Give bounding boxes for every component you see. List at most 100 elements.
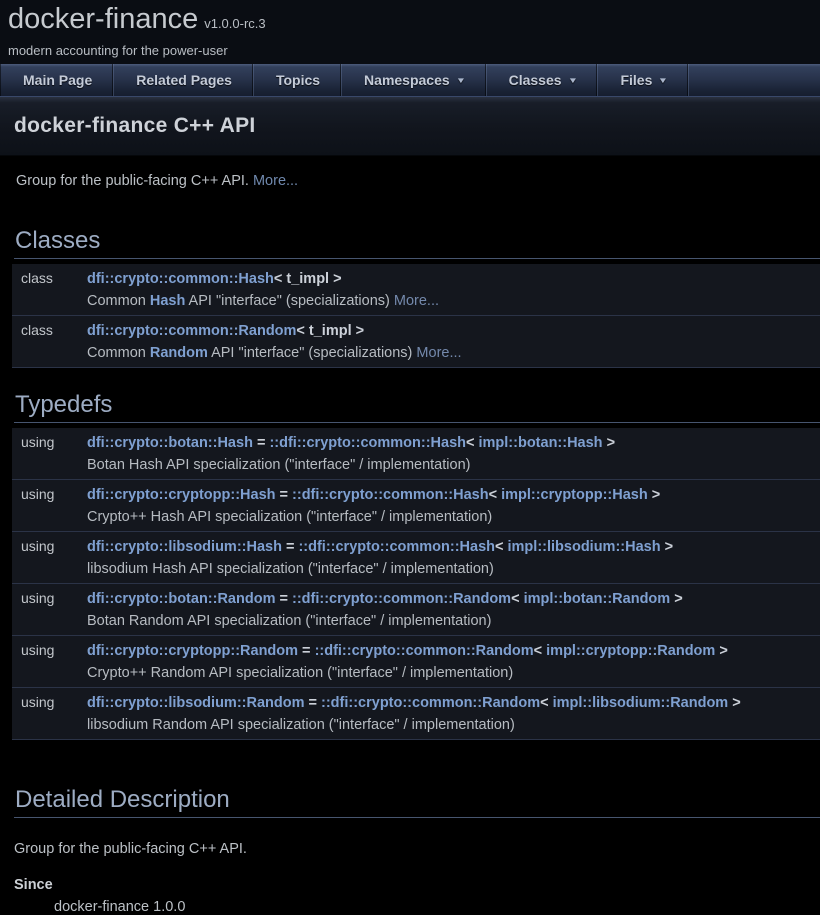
member-row: usingdfi::crypto::libsodium::Hash = ::df… <box>12 532 820 584</box>
member-desc-text: Crypto++ Random API specialization ("int… <box>87 665 513 681</box>
member-description: Botan Random API specialization ("interf… <box>87 610 820 632</box>
page-title: docker-finance C++ API <box>14 114 256 138</box>
member-title-text: = <box>304 695 321 711</box>
member-link[interactable]: ::dfi::crypto::common::Hash <box>298 539 495 555</box>
member-desc-text: API "interface" (specializations) <box>208 345 417 361</box>
project-version: v1.0.0-rc.3 <box>204 16 265 31</box>
member-row: classdfi::crypto::common::Random< t_impl… <box>12 316 820 368</box>
member-row: usingdfi::crypto::cryptopp::Random = ::d… <box>12 636 820 688</box>
nav-tab-classes[interactable]: Classes▼ <box>487 64 599 96</box>
intro-text: Group for the public-facing C++ API. <box>16 173 249 189</box>
member-title-text: = <box>276 487 293 503</box>
member-row: classdfi::crypto::common::Hash< t_impl >… <box>12 264 820 316</box>
member-link[interactable]: dfi::crypto::libsodium::Random <box>87 695 304 711</box>
member-description: libsodium Random API specialization ("in… <box>87 714 820 736</box>
member-title-text: = <box>253 435 270 451</box>
member-link[interactable]: dfi::crypto::botan::Hash <box>87 435 253 451</box>
nav-tab-label: Files <box>620 72 652 88</box>
member-row: usingdfi::crypto::libsodium::Random = ::… <box>12 688 820 740</box>
member-link[interactable]: Hash <box>150 293 185 309</box>
member-kind: using <box>12 640 87 684</box>
member-link[interactable]: ::dfi::crypto::common::Hash <box>269 435 466 451</box>
member-content: dfi::crypto::common::Hash< t_impl >Commo… <box>87 268 820 312</box>
member-content: dfi::crypto::botan::Random = ::dfi::cryp… <box>87 588 820 632</box>
chevron-down-icon: ▼ <box>455 76 465 85</box>
nav-tab-namespaces[interactable]: Namespaces▼ <box>342 64 487 96</box>
member-title-text: > <box>603 435 616 451</box>
member-desc-text: libsodium Random API specialization ("in… <box>87 717 515 733</box>
member-title: dfi::crypto::common::Hash< t_impl > <box>87 268 820 290</box>
member-title: dfi::crypto::botan::Random = ::dfi::cryp… <box>87 588 820 610</box>
detailed-description-text: Group for the public-facing C++ API. <box>14 841 820 857</box>
member-link[interactable]: dfi::crypto::cryptopp::Random <box>87 643 298 659</box>
main-nav-list: Main PageRelated PagesTopicsNamespaces▼C… <box>0 64 820 96</box>
nav-tab-files[interactable]: Files ▼ <box>598 64 689 96</box>
intro-paragraph: Group for the public-facing C++ API. Mor… <box>16 173 820 189</box>
member-content: dfi::crypto::libsodium::Hash = ::dfi::cr… <box>87 536 820 580</box>
member-desc-text: Common <box>87 345 150 361</box>
nav-tab-label: Main Page <box>23 72 92 88</box>
member-title-text: < <box>495 539 508 555</box>
member-title-text: = <box>275 591 292 607</box>
member-link[interactable]: dfi::crypto::botan::Random <box>87 591 275 607</box>
member-desc-text: Botan Hash API specialization ("interfac… <box>87 457 470 473</box>
member-title: dfi::crypto::libsodium::Hash = ::dfi::cr… <box>87 536 820 558</box>
member-description: Common Hash API "interface" (specializat… <box>87 290 820 312</box>
member-link[interactable]: impl::cryptopp::Random <box>546 643 715 659</box>
member-link[interactable]: ::dfi::crypto::common::Random <box>292 591 511 607</box>
member-link[interactable]: Random <box>150 345 208 361</box>
project-header: docker-finance v1.0.0-rc.3 modern account… <box>0 0 820 64</box>
member-link[interactable]: impl::botan::Random <box>524 591 671 607</box>
typedefs-heading: Typedefs <box>14 391 820 423</box>
nav-tab-related-pages[interactable]: Related Pages <box>114 64 254 96</box>
member-link[interactable]: ::dfi::crypto::common::Hash <box>292 487 489 503</box>
member-content: dfi::crypto::libsodium::Random = ::dfi::… <box>87 692 820 736</box>
member-link[interactable]: dfi::crypto::libsodium::Hash <box>87 539 282 555</box>
since-block: Since docker-finance 1.0.0 <box>14 877 820 915</box>
member-kind: using <box>12 484 87 528</box>
nav-tab-label: Classes <box>509 72 562 88</box>
more-link[interactable]: More... <box>253 173 298 189</box>
member-title-text: < t_impl > <box>296 323 364 339</box>
member-row: usingdfi::crypto::botan::Random = ::dfi:… <box>12 584 820 636</box>
member-row: usingdfi::crypto::botan::Hash = ::dfi::c… <box>12 428 820 480</box>
member-title-text: > <box>670 591 683 607</box>
nav-tab-topics[interactable]: Topics <box>254 64 342 96</box>
more-link[interactable]: More... <box>416 345 461 361</box>
member-desc-text: libsodium Hash API specialization ("inte… <box>87 561 494 577</box>
member-title: dfi::crypto::common::Random< t_impl > <box>87 320 820 342</box>
member-link[interactable]: impl::libsodium::Hash <box>508 539 661 555</box>
member-link[interactable]: dfi::crypto::common::Hash <box>87 271 274 287</box>
member-title-text: > <box>715 643 728 659</box>
member-title-text: < <box>534 643 547 659</box>
member-link[interactable]: impl::botan::Hash <box>479 435 603 451</box>
member-description: Crypto++ Hash API specialization ("inter… <box>87 506 820 528</box>
member-link[interactable]: impl::libsodium::Random <box>553 695 729 711</box>
member-description: libsodium Hash API specialization ("inte… <box>87 558 820 580</box>
member-title-text: < <box>466 435 479 451</box>
member-link[interactable]: dfi::crypto::common::Random <box>87 323 296 339</box>
member-description: Crypto++ Random API specialization ("int… <box>87 662 820 684</box>
more-link[interactable]: More... <box>394 293 439 309</box>
detailed-description-heading: Detailed Description <box>14 786 820 818</box>
member-link[interactable]: dfi::crypto::cryptopp::Hash <box>87 487 276 503</box>
chevron-down-icon: ▼ <box>658 76 668 85</box>
member-link[interactable]: impl::cryptopp::Hash <box>501 487 648 503</box>
nav-tab-label: Related Pages <box>136 72 232 88</box>
member-kind: using <box>12 536 87 580</box>
member-title-text: = <box>298 643 315 659</box>
member-row: usingdfi::crypto::cryptopp::Hash = ::dfi… <box>12 480 820 532</box>
nav-tab-label: Topics <box>276 72 320 88</box>
nav-tab-main-page[interactable]: Main Page <box>0 64 114 96</box>
member-title-text: = <box>282 539 299 555</box>
project-brief: modern accounting for the power-user <box>8 43 820 58</box>
member-content: dfi::crypto::botan::Hash = ::dfi::crypto… <box>87 432 820 476</box>
member-title: dfi::crypto::cryptopp::Hash = ::dfi::cry… <box>87 484 820 506</box>
member-link[interactable]: ::dfi::crypto::common::Random <box>321 695 540 711</box>
member-title-text: > <box>661 539 674 555</box>
member-title: dfi::crypto::libsodium::Random = ::dfi::… <box>87 692 820 714</box>
project-name-text: docker-finance <box>8 3 198 35</box>
member-content: dfi::crypto::cryptopp::Hash = ::dfi::cry… <box>87 484 820 528</box>
member-link[interactable]: ::dfi::crypto::common::Random <box>315 643 534 659</box>
since-label: Since <box>14 877 820 893</box>
